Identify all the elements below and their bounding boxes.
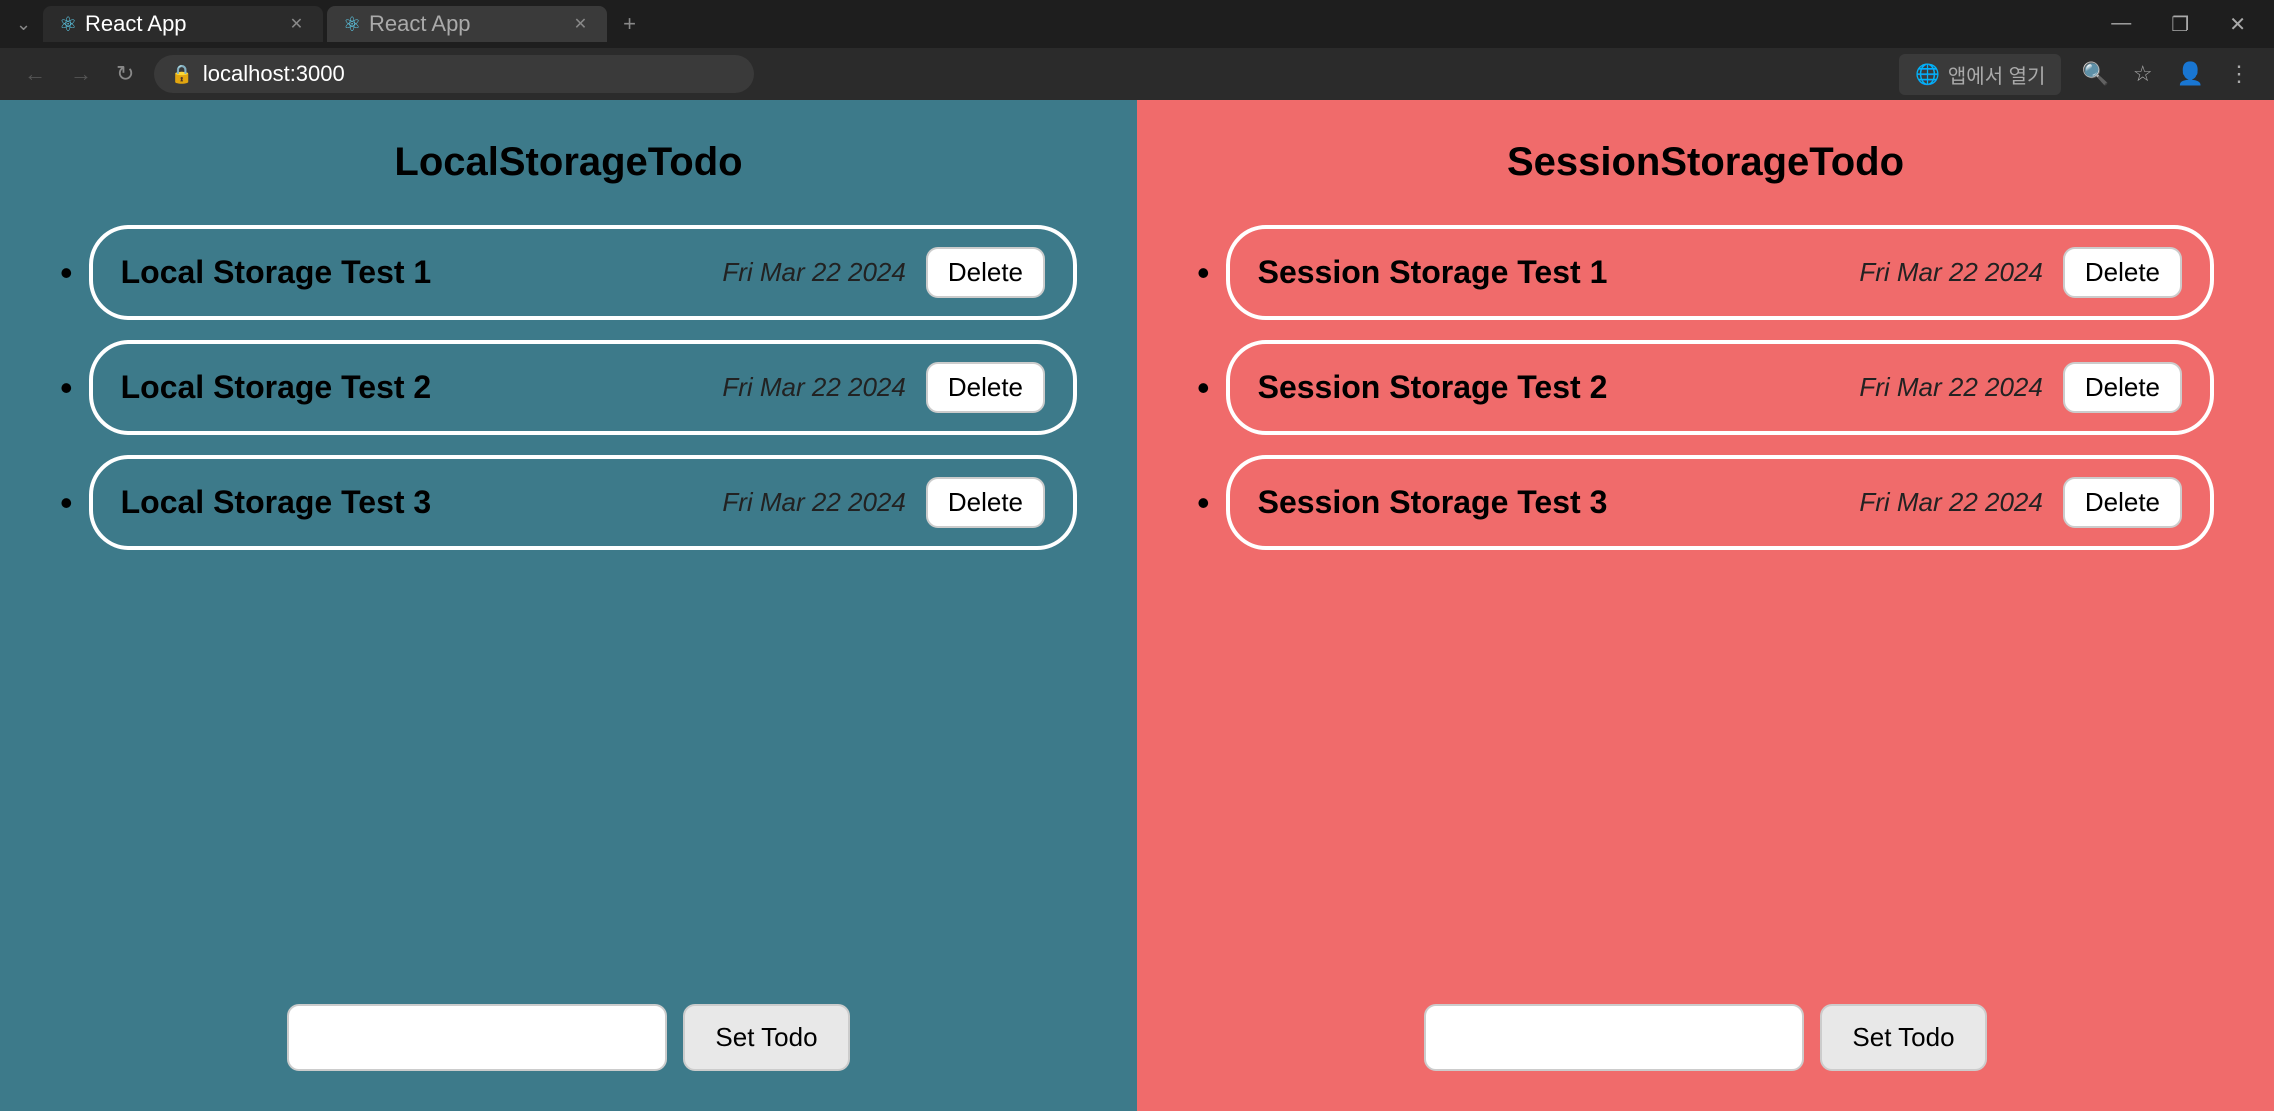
search-button[interactable]: 🔍 (2077, 57, 2112, 91)
local-todo-card-3: Local Storage Test 3 Fri Mar 22 2024 Del… (89, 455, 1077, 550)
app-content: LocalStorageTodo • Local Storage Test 1 … (0, 100, 2274, 1111)
url-text: localhost:3000 (203, 61, 345, 87)
refresh-button[interactable]: ↻ (112, 57, 138, 91)
session-todo-name-2: Session Storage Test 2 (1258, 369, 1840, 406)
session-todo-item-1: • Session Storage Test 1 Fri Mar 22 2024… (1197, 225, 2214, 320)
session-todo-date-3: Fri Mar 22 2024 (1859, 487, 2043, 518)
open-in-app-label: 앱에서 열기 (1948, 60, 2046, 89)
session-delete-button-3[interactable]: Delete (2063, 477, 2182, 528)
profile-icon[interactable]: 👤 (2173, 57, 2208, 91)
local-set-todo-button[interactable]: Set Todo (683, 1004, 849, 1071)
maximize-button[interactable]: ❐ (2151, 8, 2209, 41)
local-storage-title: LocalStorageTodo (394, 140, 742, 185)
session-storage-todo-list: • Session Storage Test 1 Fri Mar 22 2024… (1197, 225, 2214, 550)
session-storage-input-row: Set Todo (1424, 984, 1986, 1071)
window-controls: — ❐ ✕ (2091, 8, 2266, 41)
local-todo-card-2: Local Storage Test 2 Fri Mar 22 2024 Del… (89, 340, 1077, 435)
browser-chrome: ⌄ ⚛ React App ✕ ⚛ React App ✕ + — ❐ ✕ ← … (0, 0, 2274, 100)
session-delete-button-2[interactable]: Delete (2063, 362, 2182, 413)
bullet-1: • (60, 252, 73, 294)
local-todo-date-2: Fri Mar 22 2024 (722, 372, 906, 403)
url-bar[interactable]: 🔒 localhost:3000 (154, 55, 754, 93)
bullet-2: • (60, 367, 73, 409)
local-storage-todo-list: • Local Storage Test 1 Fri Mar 22 2024 D… (60, 225, 1077, 550)
session-todo-item-3: • Session Storage Test 3 Fri Mar 22 2024… (1197, 455, 2214, 550)
session-todo-card-1: Session Storage Test 1 Fri Mar 22 2024 D… (1226, 225, 2214, 320)
session-storage-input[interactable] (1424, 1004, 1804, 1071)
local-todo-item-3: • Local Storage Test 3 Fri Mar 22 2024 D… (60, 455, 1077, 550)
close-button[interactable]: ✕ (2209, 8, 2266, 41)
session-todo-name-3: Session Storage Test 3 (1258, 484, 1840, 521)
session-delete-button-1[interactable]: Delete (2063, 247, 2182, 298)
local-todo-date-1: Fri Mar 22 2024 (722, 257, 906, 288)
local-todo-date-3: Fri Mar 22 2024 (722, 487, 906, 518)
session-bullet-2: • (1197, 367, 1210, 409)
session-todo-name-1: Session Storage Test 1 (1258, 254, 1840, 291)
local-todo-name-2: Local Storage Test 2 (121, 369, 703, 406)
session-bullet-3: • (1197, 482, 1210, 524)
session-todo-item-2: • Session Storage Test 2 Fri Mar 22 2024… (1197, 340, 2214, 435)
session-todo-card-2: Session Storage Test 2 Fri Mar 22 2024 D… (1226, 340, 2214, 435)
session-set-todo-button[interactable]: Set Todo (1820, 1004, 1986, 1071)
local-todo-item-2: • Local Storage Test 2 Fri Mar 22 2024 D… (60, 340, 1077, 435)
address-bar-right: 🌐 앱에서 열기 🔍 ☆ 👤 ⋮ (1899, 54, 2254, 95)
local-storage-input-row: Set Todo (287, 984, 849, 1071)
tab-2[interactable]: ⚛ React App ✕ (327, 6, 607, 42)
new-tab-button[interactable]: + (611, 7, 648, 41)
local-todo-name-1: Local Storage Test 1 (121, 254, 703, 291)
back-button[interactable]: ← (20, 57, 50, 91)
local-todo-name-3: Local Storage Test 3 (121, 484, 703, 521)
session-bullet-1: • (1197, 252, 1210, 294)
tab-2-favicon: ⚛ (343, 12, 361, 37)
star-button[interactable]: ☆ (2129, 57, 2157, 91)
address-bar: ← → ↻ 🔒 localhost:3000 🌐 앱에서 열기 🔍 ☆ 👤 ⋮ (0, 48, 2274, 100)
session-storage-title: SessionStorageTodo (1507, 140, 1904, 185)
open-in-app-button[interactable]: 🌐 앱에서 열기 (1899, 54, 2061, 95)
tab-bar: ⌄ ⚛ React App ✕ ⚛ React App ✕ + — ❐ ✕ (0, 0, 2274, 48)
session-todo-date-1: Fri Mar 22 2024 (1859, 257, 2043, 288)
menu-button[interactable]: ⋮ (2224, 57, 2254, 91)
minimize-button[interactable]: — (2091, 8, 2151, 41)
session-storage-panel: SessionStorageTodo • Session Storage Tes… (1137, 100, 2274, 1111)
open-in-app-icon: 🌐 (1915, 62, 1940, 87)
tab-1-title: React App (85, 11, 278, 37)
tab-2-title: React App (369, 11, 562, 37)
tab-2-close[interactable]: ✕ (570, 12, 591, 36)
lock-icon: 🔒 (170, 64, 192, 85)
tab-1[interactable]: ⚛ React App ✕ (43, 6, 323, 42)
local-storage-input[interactable] (287, 1004, 667, 1071)
local-storage-panel: LocalStorageTodo • Local Storage Test 1 … (0, 100, 1137, 1111)
local-delete-button-3[interactable]: Delete (926, 477, 1045, 528)
session-todo-card-3: Session Storage Test 3 Fri Mar 22 2024 D… (1226, 455, 2214, 550)
tab-1-favicon: ⚛ (59, 12, 77, 37)
local-delete-button-1[interactable]: Delete (926, 247, 1045, 298)
bullet-3: • (60, 482, 73, 524)
local-todo-item-1: • Local Storage Test 1 Fri Mar 22 2024 D… (60, 225, 1077, 320)
forward-button[interactable]: → (66, 57, 96, 91)
tab-list-arrow[interactable]: ⌄ (8, 10, 39, 39)
local-delete-button-2[interactable]: Delete (926, 362, 1045, 413)
local-todo-card-1: Local Storage Test 1 Fri Mar 22 2024 Del… (89, 225, 1077, 320)
session-todo-date-2: Fri Mar 22 2024 (1859, 372, 2043, 403)
tab-1-close[interactable]: ✕ (286, 12, 307, 36)
